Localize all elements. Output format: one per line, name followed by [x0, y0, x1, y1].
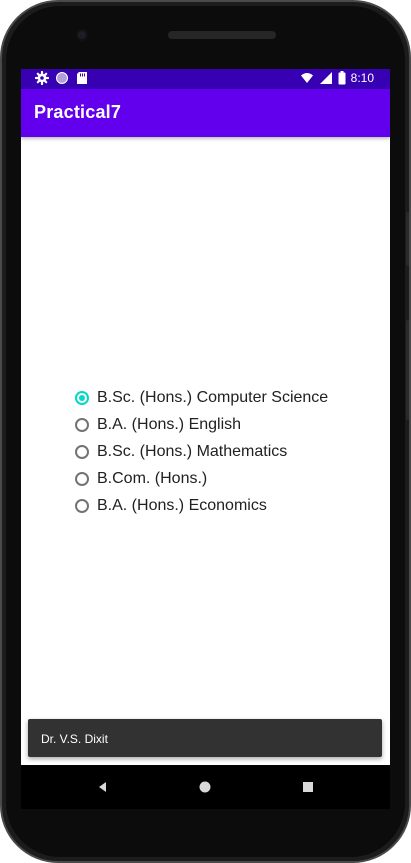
power-button	[406, 212, 409, 266]
radio-option-label: B.A. (Hons.) English	[97, 415, 242, 433]
radio-option-label: B.A. (Hons.) Economics	[97, 496, 267, 514]
radio-option-commerce[interactable]: B.Com. (Hons.)	[75, 465, 375, 492]
gear-icon	[34, 70, 50, 86]
cellular-signal-icon	[319, 71, 333, 85]
volume-button	[406, 320, 409, 420]
back-icon[interactable]	[95, 779, 111, 795]
device-screen: 8:10 Practical7 B.Sc. (Hons.) Computer S…	[21, 69, 390, 765]
status-time: 8:10	[350, 71, 374, 85]
radio-button[interactable]	[75, 417, 89, 432]
battery-icon	[338, 71, 346, 85]
navigation-bar	[21, 765, 390, 809]
status-left-icons	[34, 70, 89, 86]
recents-icon[interactable]	[300, 779, 316, 795]
radio-option-label: B.Sc. (Hons.) Mathematics	[97, 442, 288, 460]
course-radio-group: B.Sc. (Hons.) Computer Science B.A. (Hon…	[75, 384, 375, 519]
home-icon[interactable]	[197, 779, 213, 795]
radio-option-label: B.Sc. (Hons.) Computer Science	[97, 388, 329, 406]
status-bar: 8:10	[21, 69, 390, 89]
app-bar: Practical7	[21, 89, 390, 137]
sd-card-icon	[75, 71, 89, 85]
radio-option-economics[interactable]: B.A. (Hons.) Economics	[75, 492, 375, 519]
front-camera	[76, 29, 88, 41]
wifi-icon	[300, 71, 314, 85]
radio-option-computer-science[interactable]: B.Sc. (Hons.) Computer Science	[75, 384, 375, 411]
radio-option-english[interactable]: B.A. (Hons.) English	[75, 411, 375, 438]
radio-button[interactable]	[75, 498, 89, 513]
radio-option-label: B.Com. (Hons.)	[97, 469, 208, 487]
status-right-icons: 8:10	[300, 71, 374, 85]
radio-button[interactable]	[75, 471, 89, 486]
radio-button-checked[interactable]	[75, 390, 89, 405]
toast-text: Dr. V.S. Dixit	[41, 732, 108, 746]
earpiece-speaker	[168, 31, 276, 39]
radio-option-mathematics[interactable]: B.Sc. (Hons.) Mathematics	[75, 438, 375, 465]
toast-message: Dr. V.S. Dixit	[28, 719, 382, 757]
phone-frame: 8:10 Practical7 B.Sc. (Hons.) Computer S…	[0, 0, 411, 863]
app-title: Practical7	[34, 102, 122, 122]
circle-icon	[55, 71, 69, 85]
radio-button[interactable]	[75, 444, 89, 459]
